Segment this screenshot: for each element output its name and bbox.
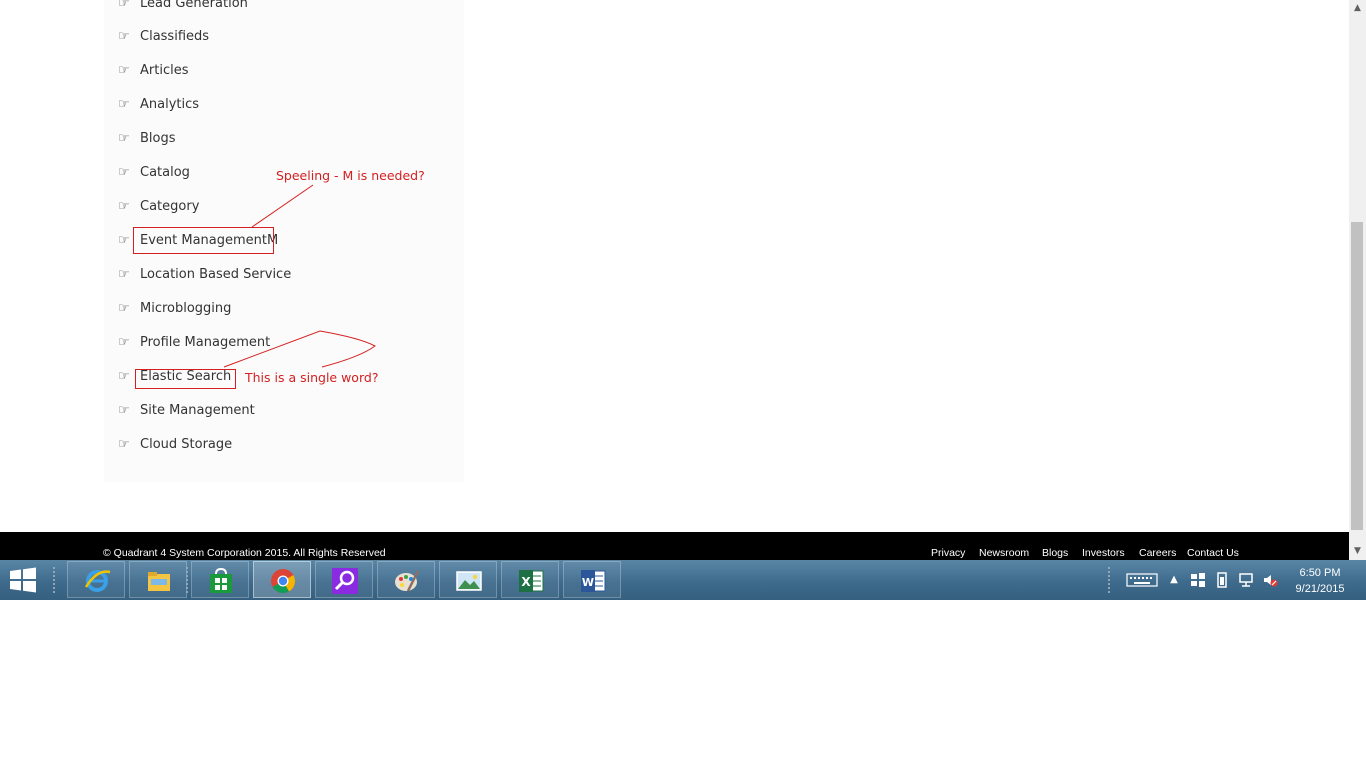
system-clock[interactable]: 6:50 PM 9/21/2015: [1288, 565, 1352, 597]
taskbar-paint[interactable]: [377, 561, 435, 598]
menu-item-category[interactable]: ☞ Category: [118, 197, 199, 217]
vertical-scrollbar[interactable]: ▲ ▼: [1349, 0, 1366, 560]
taskbar-store[interactable]: [191, 561, 249, 598]
menu-item-label: Profile Management: [140, 335, 271, 350]
hand-pointing-right-icon: ☞: [118, 301, 130, 316]
annotation-single-word-note: This is a single word?: [245, 370, 379, 385]
taskbar-grip: [52, 566, 56, 594]
taskbar-search-app[interactable]: [315, 561, 373, 598]
browser-viewport: ☞ Lead Generation ☞ Classifieds ☞ Articles …: [0, 0, 1349, 560]
hand-pointing-right-icon: ☞: [118, 437, 130, 452]
menu-item-cloud-storage[interactable]: ☞ Cloud Storage: [118, 435, 232, 455]
annotation-box-event-management: [133, 227, 274, 254]
svg-text:X: X: [521, 575, 531, 589]
menu-item-microblogging[interactable]: ☞ Microblogging: [118, 299, 231, 319]
menu-item-classifieds[interactable]: ☞ Classifieds: [118, 27, 209, 47]
hand-pointing-right-icon: ☞: [118, 369, 130, 384]
taskbar-internet-explorer[interactable]: [67, 561, 125, 598]
taskbar-grip: [1107, 566, 1111, 594]
word-icon: W: [581, 570, 606, 592]
hand-pointing-right-icon: ☞: [118, 199, 130, 214]
menu-item-label: Category: [140, 199, 200, 214]
menu-item-analytics[interactable]: ☞ Analytics: [118, 95, 199, 115]
taskbar-grip: [185, 566, 189, 594]
hand-pointing-right-icon: ☞: [118, 131, 130, 146]
network-icon[interactable]: [1238, 572, 1254, 588]
menu-item-label: Articles: [140, 63, 189, 78]
scroll-down-arrow-icon[interactable]: ▼: [1349, 543, 1366, 560]
footer-link-privacy[interactable]: Privacy: [931, 547, 965, 559]
menu-item-lead-generation[interactable]: ☞ Lead Generation: [118, 0, 248, 14]
copyright-text: © Quadrant 4 System Corporation 2015. Al…: [103, 547, 386, 559]
menu-item-profile-management[interactable]: ☞ Profile Management: [118, 333, 270, 353]
taskbar-file-explorer[interactable]: [129, 561, 187, 598]
clock-time: 6:50 PM: [1299, 567, 1341, 579]
menu-item-label: Catalog: [140, 165, 190, 180]
excel-icon: X: [519, 570, 544, 592]
menu-item-articles[interactable]: ☞ Articles: [118, 61, 188, 81]
photo-viewer-icon: [456, 571, 482, 591]
menu-item-label: Cloud Storage: [140, 437, 233, 452]
annotation-box-elastic-search: [135, 369, 236, 389]
hand-pointing-right-icon: ☞: [118, 29, 130, 44]
footer-link-investors[interactable]: Investors: [1082, 547, 1125, 559]
power-plug-icon[interactable]: [1214, 572, 1230, 588]
menu-item-label: Microblogging: [140, 301, 232, 316]
menu-item-label: Classifieds: [140, 29, 210, 44]
windows-taskbar: X W ▲ 6:50 PM 9/21/2015: [0, 560, 1366, 600]
paint-icon: [395, 570, 420, 592]
touch-keyboard-icon[interactable]: [1126, 572, 1158, 588]
search-app-icon: [332, 568, 358, 594]
footer-link-careers[interactable]: Careers: [1139, 547, 1176, 559]
menu-item-catalog[interactable]: ☞ Catalog: [118, 163, 190, 183]
menu-item-label: Site Management: [140, 403, 255, 418]
hand-pointing-right-icon: ☞: [118, 0, 130, 11]
store-icon: [210, 567, 232, 593]
hand-pointing-right-icon: ☞: [118, 97, 130, 112]
file-explorer-icon: [148, 572, 170, 591]
taskbar-excel[interactable]: X: [501, 561, 559, 598]
menu-item-label: Blogs: [140, 131, 176, 146]
menu-item-label: Lead Generation: [140, 0, 248, 11]
menu-item-blogs[interactable]: ☞ Blogs: [118, 129, 176, 149]
hand-pointing-right-icon: ☞: [118, 63, 130, 78]
internet-explorer-icon: [84, 570, 111, 592]
hand-pointing-right-icon: ☞: [118, 165, 130, 180]
taskbar-chrome[interactable]: [253, 561, 311, 598]
hand-pointing-right-icon: ☞: [118, 267, 130, 282]
menu-item-label: Location Based Service: [140, 267, 292, 282]
scrollbar-thumb[interactable]: [1351, 222, 1363, 530]
hand-pointing-right-icon: ☞: [118, 335, 130, 350]
hand-pointing-right-icon: ☞: [118, 403, 130, 418]
scroll-up-arrow-icon[interactable]: ▲: [1349, 0, 1366, 17]
menu-item-site-management[interactable]: ☞ Site Management: [118, 401, 255, 421]
menu-item-location-based-service[interactable]: ☞ Location Based Service: [118, 265, 291, 285]
footer-link-contact-us[interactable]: Contact Us: [1187, 547, 1239, 559]
menu-item-label: Analytics: [140, 97, 200, 112]
taskbar-photo-viewer[interactable]: [439, 561, 497, 598]
footer-link-newsroom[interactable]: Newsroom: [979, 547, 1029, 559]
show-hidden-icons-chevron-icon[interactable]: ▲: [1166, 572, 1182, 588]
windows-start-icon[interactable]: [8, 566, 38, 594]
chrome-icon: [271, 569, 296, 594]
clock-date: 9/21/2015: [1295, 583, 1345, 595]
windows-flag-tray-icon[interactable]: [1190, 572, 1206, 588]
volume-muted-icon[interactable]: [1262, 572, 1278, 588]
svg-text:W: W: [582, 576, 594, 589]
footer-link-blogs[interactable]: Blogs: [1042, 547, 1068, 559]
taskbar-word[interactable]: W: [563, 561, 621, 598]
page-footer: © Quadrant 4 System Corporation 2015. Al…: [0, 532, 1349, 560]
annotation-spelling-note: Speeling - M is needed?: [276, 168, 425, 183]
